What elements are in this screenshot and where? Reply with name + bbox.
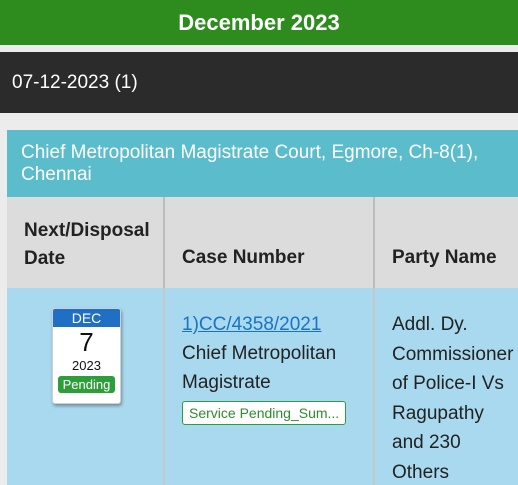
calendar-icon: DEC 7 2023 Pending — [52, 308, 121, 404]
party-line: Commissioner — [392, 343, 514, 365]
party-cell: Addl. Dy. Commissioner of Police-I Vs Ra… — [375, 288, 518, 485]
party-line: of Police-I Vs — [392, 373, 504, 394]
date-group-header[interactable]: 07-12-2023 (1) — [0, 52, 518, 113]
court-type-label: Chief Metropolitan Magistrate — [182, 343, 337, 393]
party-line: and 230 — [392, 432, 461, 453]
case-number-link[interactable]: 1)CC/4358/2021 — [182, 310, 373, 339]
month-title: December 2023 — [0, 0, 518, 45]
table-header: Next/Disposal Date Case Number Party Nam… — [7, 197, 518, 288]
date-group-label: 07-12-2023 (1) — [12, 71, 138, 93]
table-row: DEC 7 2023 Pending 1)CC/4358/2021 Chief … — [7, 288, 518, 485]
court-card: Chief Metropolitan Magistrate Court, Egm… — [7, 130, 518, 485]
calendar-day: 7 — [79, 327, 94, 357]
case-cell: 1)CC/4358/2021 Chief Metropolitan Magist… — [165, 288, 375, 485]
status-badge: Pending — [57, 376, 116, 393]
party-line: Addl. Dy. — [392, 314, 468, 335]
column-header-party-name: Party Name — [392, 247, 497, 268]
case-stage-badge[interactable]: Service Pending_Sum... — [182, 401, 347, 425]
party-line: Ragupathy — [392, 402, 484, 424]
calendar-year: 2023 — [72, 358, 101, 373]
court-name-header: Chief Metropolitan Magistrate Court, Egm… — [7, 130, 518, 197]
party-line: Others — [392, 461, 450, 483]
calendar-month: DEC — [53, 309, 120, 327]
column-header-date: Next/Disposal Date — [7, 197, 165, 288]
column-header-case-number: Case Number — [165, 197, 375, 288]
date-cell: DEC 7 2023 Pending — [7, 288, 165, 485]
